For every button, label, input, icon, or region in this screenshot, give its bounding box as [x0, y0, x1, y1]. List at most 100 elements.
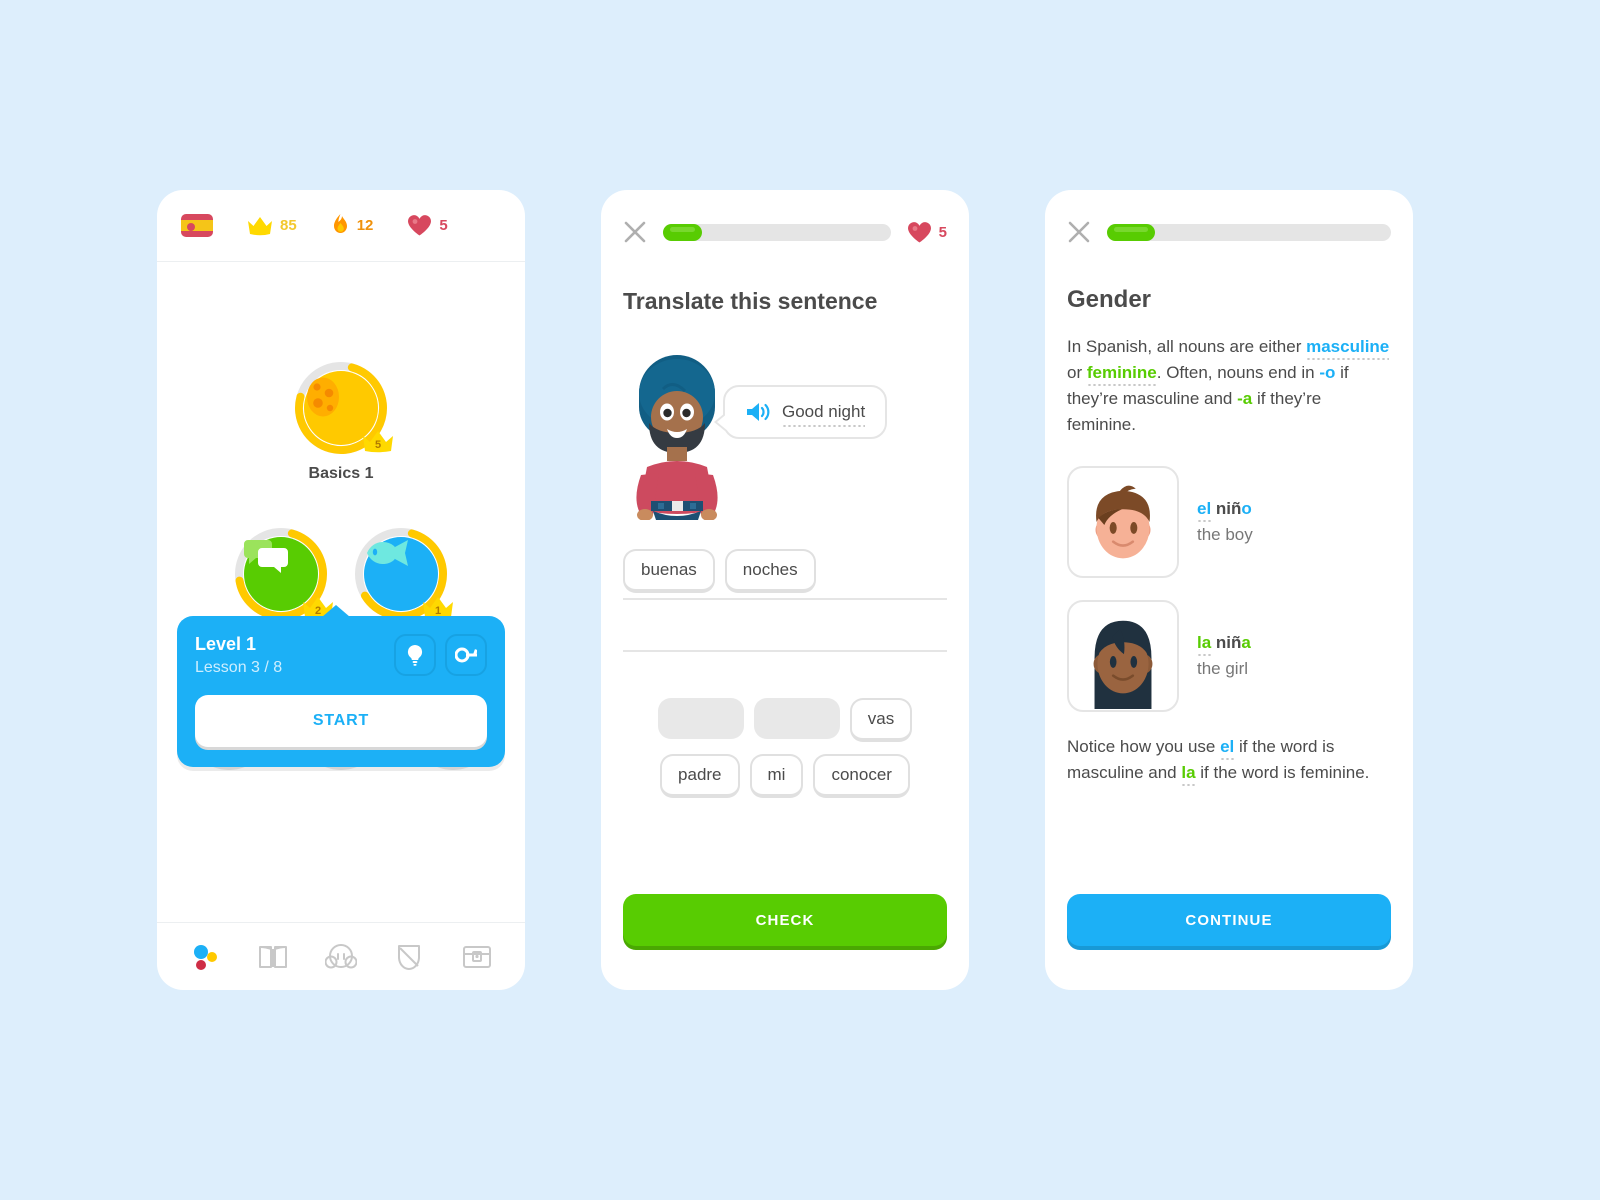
- answer-tile[interactable]: noches: [724, 549, 816, 593]
- tip-intro-part2: or: [1067, 363, 1087, 382]
- lesson-instruction: Translate this sentence: [623, 288, 878, 314]
- lesson-hearts[interactable]: 5: [907, 221, 947, 244]
- article-el: el: [1197, 499, 1212, 518]
- word-bank-tile[interactable]: conocer: [813, 754, 910, 798]
- vocab-english-girl: the girl: [1197, 659, 1249, 678]
- vocab-row-boy[interactable]: el niño the boy: [1067, 466, 1391, 578]
- skill-ring-phrases: 2: [233, 526, 333, 622]
- word-bank-row: vas: [623, 698, 947, 742]
- level-card: Level 1 Lesson 3 / 8 START: [177, 605, 505, 767]
- skill-ring-animals: 1: [353, 526, 453, 622]
- word-bank-placeholder: [753, 698, 840, 739]
- word-bank-tile[interactable]: vas: [849, 698, 913, 742]
- tip-header: [1045, 190, 1413, 244]
- vocab-stem-boy: niñ: [1211, 499, 1242, 518]
- speech-bubbles-icon: [244, 540, 288, 573]
- speaker-icon[interactable]: [745, 401, 771, 423]
- word-bank: vas padre mi conocer: [623, 698, 947, 798]
- heart-icon: [907, 221, 931, 242]
- tip-outro-part1: Notice how you use: [1067, 737, 1221, 756]
- term-feminine: feminine: [1086, 363, 1157, 382]
- owl-profile-icon: [325, 943, 357, 968]
- word-bank-placeholder: [657, 698, 744, 739]
- prompt-bubble[interactable]: Good night: [713, 385, 888, 439]
- term-masculine: masculine: [1306, 337, 1390, 356]
- level-card-actions: [394, 634, 487, 676]
- vocab-ending-boy: o: [1241, 499, 1252, 518]
- vocab-list: el niño the boy la niña the girl: [1067, 466, 1391, 712]
- crown-icon: [248, 216, 272, 235]
- answer-line-2[interactable]: [623, 600, 947, 652]
- streak-count: 12: [356, 217, 374, 234]
- prompt-area: Good night: [601, 355, 969, 540]
- close-icon[interactable]: [1067, 220, 1091, 244]
- vocab-english-boy: the boy: [1197, 525, 1253, 544]
- article-el-inline: el: [1220, 737, 1235, 756]
- nav-item-shop[interactable]: [453, 935, 501, 979]
- word-bank-tile[interactable]: padre: [660, 754, 740, 798]
- tip-intro-part3: . Often, nouns end in: [1156, 363, 1320, 382]
- article-la-inline: la: [1181, 763, 1196, 782]
- shield-icon: [398, 944, 420, 970]
- book-icon: [259, 945, 287, 968]
- nav-item-profile[interactable]: [317, 935, 365, 979]
- flame-icon: [333, 214, 347, 233]
- fish-icon: [367, 540, 408, 566]
- word-bank-row: padre mi conocer: [623, 754, 947, 798]
- tip-title: Gender: [1067, 286, 1152, 313]
- continue-button[interactable]: CONTINUE: [1067, 894, 1391, 946]
- lesson-key-button[interactable]: [445, 634, 487, 676]
- tip-intro-part1: In Spanish, all nouns are either: [1067, 337, 1307, 356]
- skill-tree: 5 Basics 1 2 1 Level 1 Lesson 3 / 8 STAR…: [157, 262, 525, 922]
- character-illustration: [636, 355, 718, 520]
- level-subtitle: Lesson 3 / 8: [195, 659, 283, 676]
- ending-o: -o: [1319, 363, 1336, 382]
- vocab-spanish-girl: la niña: [1197, 633, 1251, 653]
- ending-a: -a: [1237, 389, 1253, 408]
- level-title: Level 1: [195, 634, 257, 654]
- prompt-text: Good night: [782, 402, 866, 427]
- tip-outro-paragraph: Notice how you use el if the word is mas…: [1067, 734, 1391, 786]
- tip-screen-phone: Gender In Spanish, all nouns are either …: [1045, 190, 1413, 990]
- lesson-progress-fill: [663, 223, 702, 241]
- lesson-screen-phone: 5 Translate this sentence Good night bue…: [601, 190, 969, 990]
- spanish-flag-icon: [181, 214, 213, 237]
- vocab-text-boy: el niño the boy: [1197, 499, 1253, 545]
- stat-crowns[interactable]: 85: [247, 215, 297, 237]
- start-lesson-button[interactable]: START: [195, 695, 487, 747]
- vocab-row-girl[interactable]: la niña the girl: [1067, 600, 1391, 712]
- stats-bar: 85 12 5: [157, 190, 525, 262]
- boy-face-icon: [1095, 485, 1151, 559]
- answer-tile[interactable]: buenas: [623, 549, 715, 593]
- skill-label-basics: Basics 1: [308, 465, 374, 482]
- home-screen-phone: 85 12 5 5 Basics 1 2 1 Level 1 Lesson 3 …: [157, 190, 525, 990]
- article-la: la: [1197, 633, 1212, 652]
- lesson-progress-bar: [663, 223, 891, 241]
- egg-icon: [307, 377, 339, 417]
- vocab-spanish-boy: el niño: [1197, 499, 1253, 519]
- answer-line-1[interactable]: buenas noches: [623, 544, 947, 600]
- stat-hearts[interactable]: 5: [407, 214, 448, 237]
- check-button[interactable]: CHECK: [623, 894, 947, 946]
- crown-level: 5: [374, 439, 382, 451]
- nav-item-leagues[interactable]: [385, 935, 433, 979]
- stat-streak[interactable]: 12: [331, 214, 374, 237]
- stat-language[interactable]: [181, 214, 213, 237]
- lightbulb-icon: [407, 644, 423, 666]
- lesson-hearts-count: 5: [938, 223, 947, 241]
- word-bank-tile[interactable]: mi: [749, 754, 804, 798]
- hearts-count: 5: [439, 217, 448, 234]
- tip-progress-fill: [1107, 223, 1156, 241]
- vocab-image-card: [1067, 600, 1179, 712]
- screenshot-canvas: 85 12 5 5 Basics 1 2 1 Level 1 Lesson 3 …: [0, 0, 1600, 1200]
- skill-basics-1[interactable]: 5 Basics 1: [293, 360, 393, 483]
- tip-outro-part3: if the word is feminine.: [1195, 763, 1370, 782]
- key-icon: [455, 647, 477, 663]
- nav-item-stories[interactable]: [249, 935, 297, 979]
- close-icon[interactable]: [623, 220, 647, 244]
- treasure-chest-icon: [463, 945, 491, 968]
- lesson-tip-button[interactable]: [394, 634, 436, 676]
- nav-item-learn[interactable]: [181, 935, 229, 979]
- level-card-header: Level 1 Lesson 3 / 8: [195, 634, 487, 677]
- tip-progress-bar: [1107, 223, 1391, 241]
